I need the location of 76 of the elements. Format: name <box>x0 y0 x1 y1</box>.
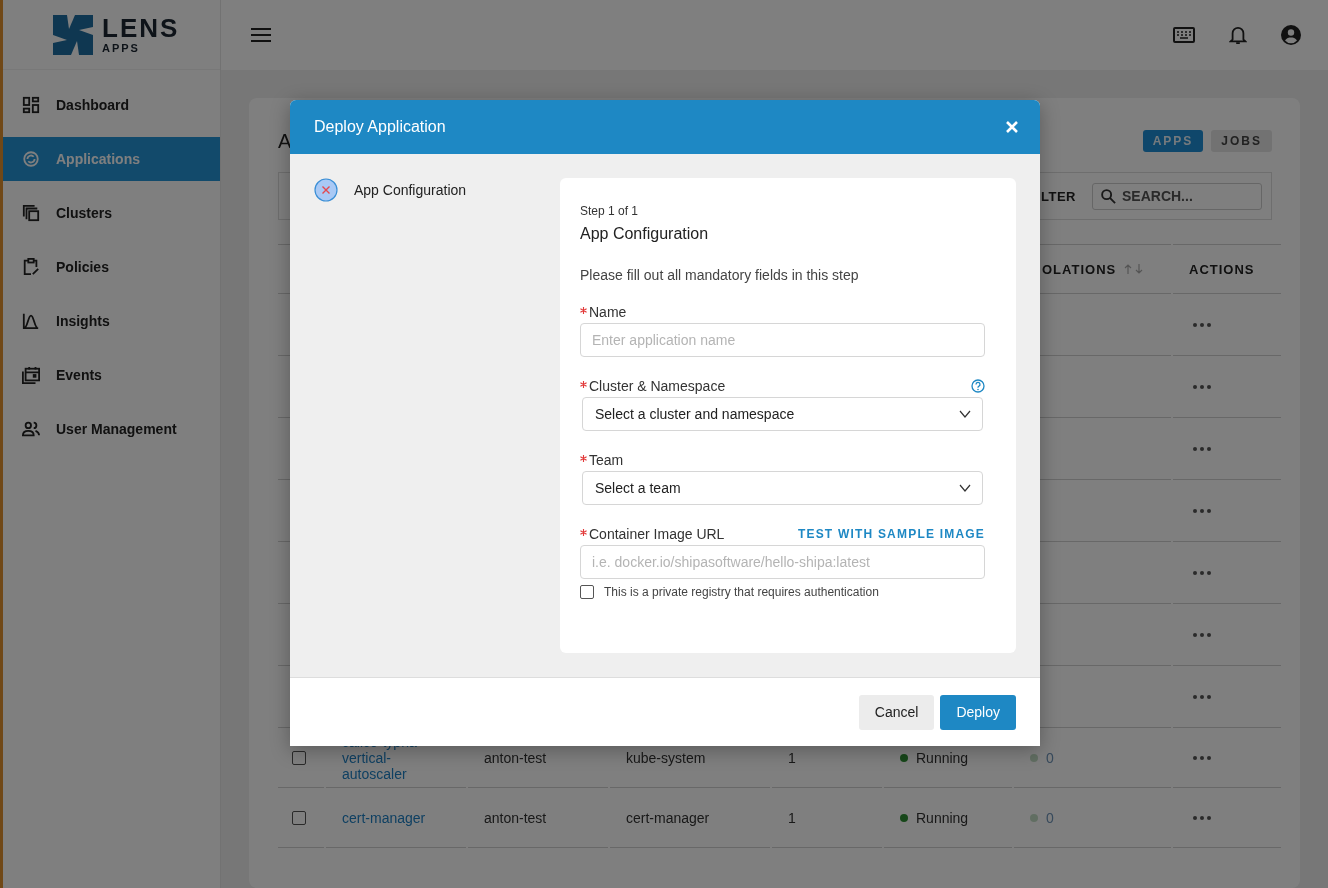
sample-image-link[interactable]: TEST WITH SAMPLE IMAGE <box>797 527 985 541</box>
chevron-down-icon <box>959 410 971 418</box>
app-name-link[interactable]: cert-manager <box>342 805 426 830</box>
replicas-cell: 1 <box>788 749 796 766</box>
more-options-icon[interactable] <box>1193 446 1211 451</box>
account-icon[interactable] <box>1281 25 1301 45</box>
status-text: Running <box>916 809 969 826</box>
step-counter: Step 1 of 1 <box>580 204 640 218</box>
more-options-icon[interactable] <box>1193 815 1211 820</box>
copy-icon <box>22 204 40 222</box>
logo-title: LENS <box>102 15 180 41</box>
dialog-title: Deploy Application <box>314 118 446 136</box>
cluster-cell: anton-test <box>484 749 547 766</box>
text-input[interactable]: Enter application name <box>580 323 985 357</box>
more-options-icon[interactable] <box>1193 755 1211 760</box>
search-icon <box>1101 188 1116 204</box>
more-options-icon[interactable] <box>1193 384 1211 389</box>
more-options-icon[interactable] <box>1193 322 1211 327</box>
form-heading: App Configuration <box>580 225 710 243</box>
search-field[interactable]: SEARCH... <box>1092 182 1262 210</box>
violations-count: 0 <box>1046 749 1054 766</box>
more-options-icon[interactable] <box>1193 508 1211 513</box>
text-input[interactable]: i.e. docker.io/shipasoftware/hello-shipa:latest <box>580 545 985 579</box>
status-dot-icon <box>1030 813 1038 822</box>
checkbox[interactable] <box>580 585 594 599</box>
status-text: Running <box>916 749 969 766</box>
namespace-cell: kube-system <box>626 749 706 766</box>
select-dropdown[interactable]: Select a team <box>582 471 983 505</box>
row-checkbox[interactable] <box>292 750 306 765</box>
cancel-button[interactable]: Cancel <box>858 694 935 730</box>
field-label: Container Image URL <box>589 526 725 542</box>
replicas-cell: 1 <box>788 809 796 826</box>
cluster-cell: anton-test <box>484 809 547 826</box>
violations-count: 0 <box>1046 809 1054 826</box>
more-options-icon[interactable] <box>1193 694 1211 699</box>
field-label: Name <box>589 304 627 320</box>
status-dot-icon <box>1030 753 1038 762</box>
filter-button[interactable]: LTER <box>1039 188 1078 204</box>
sidebar-item[interactable]: Events <box>3 353 220 397</box>
dashboard-icon <box>22 96 40 114</box>
checkbox-label[interactable]: This is a private registry that requires authentication <box>604 585 879 599</box>
circular-arrows-icon <box>22 150 40 168</box>
menu-icon[interactable] <box>251 28 271 42</box>
select-dropdown[interactable]: Select a cluster and namespace <box>582 397 983 431</box>
sidebar-item[interactable]: Insights <box>3 299 220 343</box>
deploy-button[interactable]: Deploy <box>940 694 1016 730</box>
sidebar-item[interactable]: Applications <box>3 137 220 181</box>
logo-icon <box>53 14 93 55</box>
row-checkbox[interactable] <box>292 810 306 825</box>
logo-subtitle: APPS <box>102 43 141 54</box>
form-instruction: Please fill out all mandatory fields in this step <box>580 267 860 283</box>
keyboard-icon[interactable] <box>1173 27 1195 43</box>
field-label: Team <box>589 452 624 468</box>
sidebar-item[interactable]: Dashboard <box>3 83 220 127</box>
sidebar-item[interactable]: Policies <box>3 245 220 289</box>
people-icon <box>22 420 40 438</box>
more-options-icon[interactable] <box>1193 570 1211 575</box>
sidebar-item[interactable]: User Management <box>3 407 220 451</box>
sidebar-item[interactable]: Clusters <box>3 191 220 235</box>
column-header: ACTIONS <box>1189 261 1255 277</box>
more-options-icon[interactable] <box>1193 632 1211 637</box>
field-label: Cluster & Namespace <box>589 378 726 394</box>
help-icon[interactable] <box>971 379 985 393</box>
chevron-down-icon <box>959 484 971 492</box>
column-header[interactable]: OLATIONS <box>1042 261 1117 277</box>
page-title: A <box>278 129 292 153</box>
calendar-icon <box>22 366 40 384</box>
curve-chart-icon <box>22 312 40 330</box>
clipboard-icon <box>22 258 40 276</box>
notification-bell-icon[interactable] <box>1229 24 1247 46</box>
close-icon[interactable] <box>1006 121 1018 133</box>
status-dot-icon <box>900 753 908 762</box>
namespace-cell: cert-manager <box>626 809 710 826</box>
status-dot-icon <box>900 813 908 822</box>
step-label[interactable]: App Configuration <box>354 182 467 198</box>
view-tab[interactable]: JOBS <box>1211 130 1272 152</box>
